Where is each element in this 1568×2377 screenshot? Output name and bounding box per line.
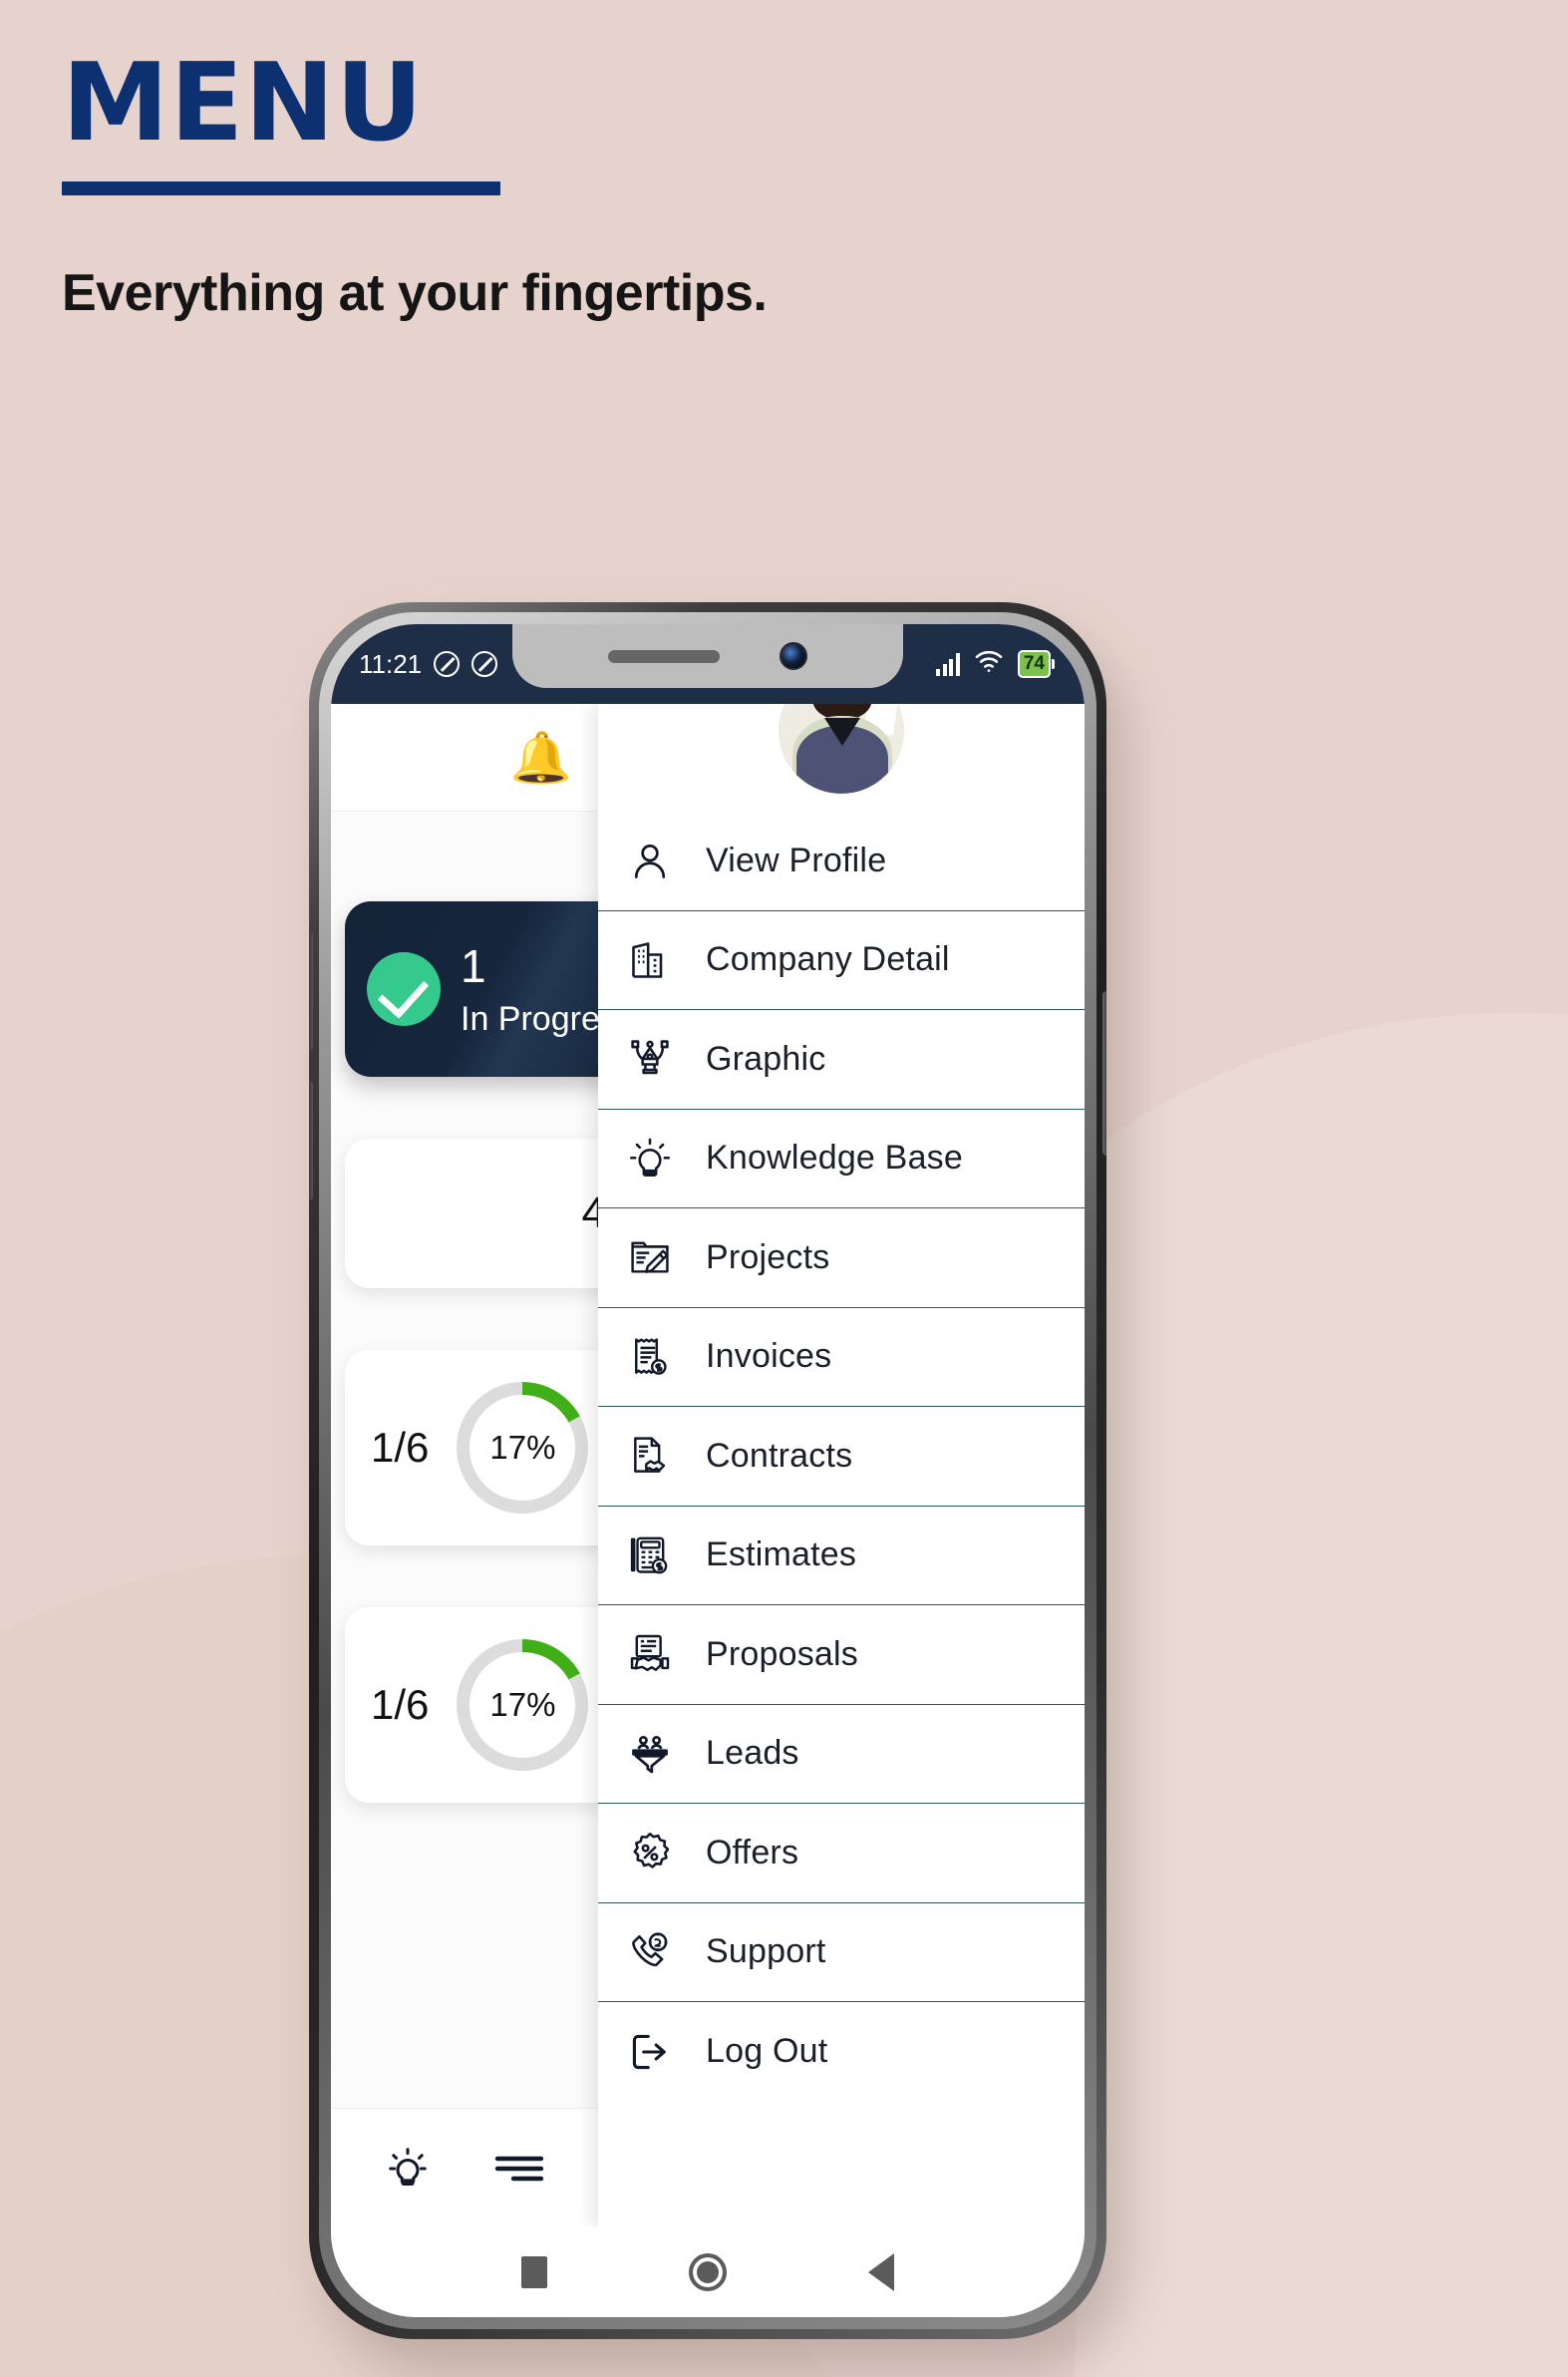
- battery-level: 74: [1023, 653, 1045, 674]
- mute-icon: [434, 651, 461, 677]
- status-bar-right: 74: [936, 649, 1056, 680]
- menu-item-invoices[interactable]: Invoices: [598, 1307, 1085, 1407]
- dashboard-content: 1 In Progress 4 1/6 17%: [331, 901, 598, 1803]
- menu-item-company-detail[interactable]: Company Detail: [598, 910, 1085, 1010]
- power-button[interactable]: [1102, 991, 1106, 1156]
- count-card[interactable]: 4: [345, 1139, 598, 1288]
- menu-item-knowledge-base[interactable]: Knowledge Base: [598, 1109, 1085, 1208]
- in-progress-count: 1: [461, 940, 486, 992]
- menu-item-support[interactable]: Support: [598, 1902, 1085, 2002]
- earpiece-speaker: [608, 649, 720, 663]
- menu-item-label: Projects: [706, 1237, 830, 1276]
- drawer-header: [598, 704, 1085, 812]
- notification-bell-icon[interactable]: 🔔: [510, 733, 572, 783]
- volume-down-button[interactable]: [309, 1081, 313, 1200]
- menu-item-label: Proposals: [706, 1634, 858, 1673]
- dashboard-bottom-nav: [331, 2108, 598, 2227]
- building-icon: [624, 934, 676, 986]
- back-button[interactable]: [868, 2253, 894, 2291]
- menu-item-label: Offers: [706, 1833, 799, 1871]
- menu-item-label: View Profile: [706, 841, 887, 879]
- person-icon: [624, 835, 676, 886]
- battery-icon: 74: [1017, 650, 1056, 678]
- phone-notch: [512, 624, 903, 688]
- side-drawer: View Profile Company Detail Graphic Know…: [598, 704, 1085, 2227]
- dashboard-topbar: 🔔: [331, 704, 598, 812]
- signal-icon: [936, 652, 960, 676]
- menu-item-label: Knowledge Base: [706, 1139, 963, 1178]
- funnel-people-icon: [624, 1728, 676, 1780]
- progress-percent-2: 17%: [489, 1686, 556, 1723]
- menu-item-projects[interactable]: Projects: [598, 1208, 1085, 1308]
- page-title: MENU: [62, 41, 425, 166]
- title-underline: [62, 181, 500, 195]
- menu-item-contracts[interactable]: Contracts: [598, 1407, 1085, 1507]
- drawer-menu-list: View Profile Company Detail Graphic Know…: [598, 812, 1085, 2227]
- menu-item-offers[interactable]: Offers: [598, 1804, 1085, 1903]
- handshake-document-icon: [624, 1628, 676, 1680]
- avatar[interactable]: [779, 704, 904, 794]
- in-progress-card[interactable]: 1 In Progress: [345, 901, 598, 1077]
- count-card-value: 4: [581, 1188, 598, 1237]
- menu-item-label: Invoices: [706, 1337, 832, 1376]
- document-handshake-icon: [624, 1430, 676, 1482]
- menu-item-label: Contracts: [706, 1436, 853, 1475]
- receipt-dollar-icon: [624, 1331, 676, 1383]
- status-bar-left: 11:21: [359, 648, 498, 680]
- volume-up-button[interactable]: [309, 931, 313, 1051]
- phone-24h-icon: [624, 1926, 676, 1978]
- wifi-icon: [974, 649, 1004, 680]
- menu-item-label: Company Detail: [706, 940, 950, 979]
- menu-item-label: Estimates: [706, 1535, 857, 1574]
- menu-item-label: Support: [706, 1932, 826, 1971]
- progress-percent-1: 17%: [489, 1429, 556, 1466]
- progress-card-2[interactable]: 1/6 17%: [345, 1607, 598, 1803]
- recents-button[interactable]: [521, 2256, 547, 2288]
- check-circle-icon: [367, 952, 441, 1026]
- progress-ring-2: 17%: [457, 1639, 589, 1771]
- menu-item-log-out[interactable]: Log Out: [598, 2002, 1085, 2102]
- progress-card-1[interactable]: 1/6 17%: [345, 1350, 598, 1545]
- menu-item-view-profile[interactable]: View Profile: [598, 812, 1085, 911]
- menu-item-graphic[interactable]: Graphic: [598, 1010, 1085, 1110]
- header: MENU Everything at your fingertips.: [62, 41, 768, 323]
- android-nav-bar: [331, 2227, 1085, 2317]
- dnd-icon: [471, 651, 498, 677]
- menu-item-label: Leads: [706, 1734, 799, 1773]
- front-camera: [780, 642, 807, 670]
- page-subtitle: Everything at your fingertips.: [62, 264, 768, 322]
- in-progress-label: In Progress: [461, 1000, 598, 1039]
- pen-tool-icon: [624, 1033, 676, 1085]
- progress-fraction-2: 1/6: [371, 1681, 430, 1728]
- progress-ring-1: 17%: [457, 1382, 589, 1514]
- phone-frame: 11:21 74 🔔 1 In Progre 4 1/6 17% 1/6 17%…: [309, 602, 1106, 2339]
- menu-item-estimates[interactable]: Estimates: [598, 1506, 1085, 1605]
- in-progress-text: 1 In Progress: [461, 935, 598, 1043]
- dashboard-panel: 🔔 1 In Progress 4: [331, 704, 598, 2227]
- percent-badge-icon: [624, 1827, 676, 1878]
- hamburger-icon[interactable]: [493, 2152, 545, 2186]
- lightbulb-icon: [624, 1133, 676, 1185]
- phone-screen: 11:21 74 🔔 1 In Progre 4 1/6 17% 1/6 17%…: [331, 624, 1085, 2317]
- menu-item-label: Log Out: [706, 2032, 828, 2071]
- phone-mockup: 11:21 74 🔔 1 In Progre 4 1/6 17% 1/6 17%…: [309, 602, 1142, 2372]
- calculator-dollar-icon: [624, 1529, 676, 1581]
- bulb-icon[interactable]: [385, 2146, 431, 2192]
- menu-item-label: Graphic: [706, 1039, 826, 1078]
- menu-item-leads[interactable]: Leads: [598, 1704, 1085, 1804]
- status-clock: 11:21: [359, 648, 423, 679]
- menu-item-proposals[interactable]: Proposals: [598, 1605, 1085, 1705]
- logout-icon: [624, 2026, 676, 2078]
- progress-fraction-1: 1/6: [371, 1424, 430, 1471]
- app-body: 🔔 1 In Progress 4: [331, 704, 1085, 2227]
- home-button[interactable]: [689, 2253, 727, 2291]
- folder-pencil-icon: [624, 1231, 676, 1283]
